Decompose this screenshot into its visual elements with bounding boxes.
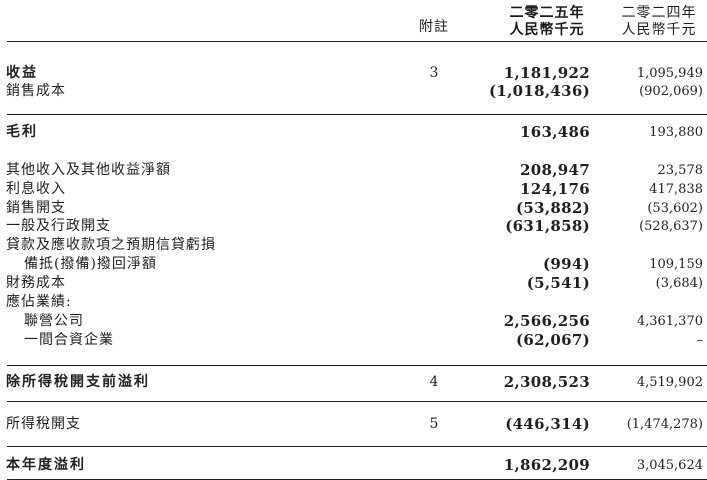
row-profit-for-year: 本年度溢利 1,862,209 3,045,624 xyxy=(0,456,707,475)
row-note: 4 xyxy=(429,374,439,390)
value-2024: (1,474,278) xyxy=(626,417,703,432)
row-note: 5 xyxy=(429,416,439,432)
value-2025: 163,486 xyxy=(520,123,590,141)
row-profit-before-tax: 除所得稅開支前溢利 4 2,308,523 4,519,902 xyxy=(0,373,707,392)
row-label: 毛利 xyxy=(6,124,38,140)
row-selling-expenses: 銷售開支 (53,882) (53,602) xyxy=(0,199,707,218)
subtotal-divider xyxy=(7,446,707,447)
value-2025: (446,314) xyxy=(505,415,590,433)
row-cost-of-sales: 銷售成本 (1,018,436) (902,069) xyxy=(0,82,707,101)
value-2025: (5,541) xyxy=(526,274,590,292)
row-label: 聯營公司 xyxy=(24,313,84,329)
note-column-header: 附註 xyxy=(419,19,449,35)
row-joint-venture: 一間合資企業 (62,067) – xyxy=(0,331,707,350)
value-2024: (528,637) xyxy=(639,219,703,234)
value-2025: (1,018,436) xyxy=(489,82,590,100)
value-2025: 124,176 xyxy=(520,180,590,198)
row-other-income: 其他收入及其他收益淨額 208,947 23,578 xyxy=(0,161,707,180)
value-2024: 1,095,949 xyxy=(636,66,703,81)
value-2025: 2,566,256 xyxy=(503,312,590,330)
row-finance-costs: 財務成本 (5,541) (3,684) xyxy=(0,274,707,293)
row-label: 收益 xyxy=(6,65,38,81)
value-2024: 417,838 xyxy=(649,182,703,197)
row-label: 其他收入及其他收益淨額 xyxy=(6,162,171,178)
row-revenue: 收益 3 1,181,922 1,095,949 xyxy=(0,64,707,83)
row-label: 貸款及應收款項之預期信貸虧損 xyxy=(6,237,216,253)
row-label: 一般及行政開支 xyxy=(6,218,111,234)
row-label: 應佔業績: xyxy=(6,294,72,310)
row-income-tax: 所得稅開支 5 (446,314) (1,474,278) xyxy=(0,415,707,434)
value-2024: 109,159 xyxy=(649,257,703,272)
row-label: 財務成本 xyxy=(6,275,66,291)
row-label: 備抵(撥備)撥回淨額 xyxy=(24,256,157,272)
year-2024-currency: 人民幣千元 xyxy=(621,22,697,38)
row-expected-credit-loss: 貸款及應收款項之預期信貸虧損 xyxy=(0,236,707,255)
value-2025: 1,181,922 xyxy=(503,64,590,82)
value-2024: 3,045,624 xyxy=(636,458,703,473)
value-2025: 2,308,523 xyxy=(503,373,590,391)
row-share-of-results: 應佔業績: xyxy=(0,293,707,312)
value-2024: 23,578 xyxy=(657,163,704,178)
row-label: 一間合資企業 xyxy=(24,332,114,348)
value-2025: (994) xyxy=(542,255,590,273)
row-ecl-allowance: 備抵(撥備)撥回淨額 (994) 109,159 xyxy=(0,255,707,274)
row-label: 除所得稅開支前溢利 xyxy=(6,374,150,390)
section-divider xyxy=(7,401,707,402)
value-2025: (631,858) xyxy=(505,217,590,235)
value-2024: – xyxy=(696,333,704,348)
value-2024: (3,684) xyxy=(655,276,703,291)
year-2025-currency: 人民幣千元 xyxy=(509,22,585,38)
row-label: 銷售成本 xyxy=(6,83,66,99)
value-2025: 208,947 xyxy=(520,161,590,179)
value-2024: 4,361,370 xyxy=(636,314,703,329)
row-label: 所得稅開支 xyxy=(6,416,81,432)
row-gross-profit: 毛利 163,486 193,880 xyxy=(0,123,707,142)
value-2024: (902,069) xyxy=(639,84,703,99)
income-statement: 附註 二零二五年 人民幣千元 二零二四年 人民幣千元 收益 3 1,181,92… xyxy=(0,0,707,480)
row-label: 銷售開支 xyxy=(6,200,66,216)
value-2024: (53,602) xyxy=(647,201,703,216)
row-admin-expenses: 一般及行政開支 (631,858) (528,637) xyxy=(0,217,707,236)
row-label: 利息收入 xyxy=(6,181,66,197)
header-divider xyxy=(7,41,707,42)
row-note: 3 xyxy=(429,65,439,81)
subtotal-divider xyxy=(7,114,707,115)
row-label: 本年度溢利 xyxy=(6,457,86,473)
value-2025: (53,882) xyxy=(515,199,590,217)
value-2025: 1,862,209 xyxy=(503,456,590,474)
value-2024: 4,519,902 xyxy=(636,375,703,390)
subtotal-divider xyxy=(7,365,707,366)
row-associates: 聯營公司 2,566,256 4,361,370 xyxy=(0,312,707,331)
value-2024: 193,880 xyxy=(649,125,703,140)
row-interest-income: 利息收入 124,176 417,838 xyxy=(0,180,707,199)
value-2025: (62,067) xyxy=(515,331,590,349)
